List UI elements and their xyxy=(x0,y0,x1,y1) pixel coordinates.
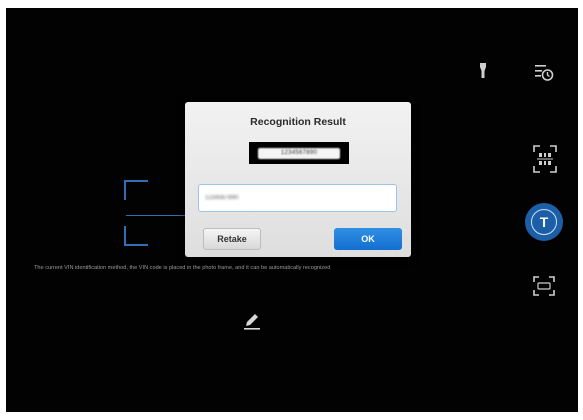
instruction-text: The current VIN identification method, t… xyxy=(34,265,331,271)
edit-pencil-icon[interactable] xyxy=(242,311,262,331)
vin-input-field[interactable]: 1234567890 xyxy=(198,184,397,212)
vin-snapshot-text: 1234567890 xyxy=(258,147,340,159)
camera-screen: T The current VIN identification method,… xyxy=(6,8,578,412)
scan-frame-corner-top-left xyxy=(124,180,148,200)
vin-snapshot-image: 1234567890 xyxy=(249,142,349,164)
ok-button[interactable]: OK xyxy=(334,228,402,250)
history-icon[interactable] xyxy=(534,63,554,83)
scan-frame-line xyxy=(126,215,188,216)
scan-plate-icon[interactable] xyxy=(533,276,555,296)
dialog-title: Recognition Result xyxy=(250,116,346,128)
recognition-result-dialog: Recognition Result 1234567890 1234567890… xyxy=(185,102,411,257)
text-recognition-icon: T xyxy=(531,209,557,235)
scan-code-icon[interactable] xyxy=(533,145,557,173)
flashlight-icon[interactable] xyxy=(478,63,488,79)
vin-input-value: 1234567890 xyxy=(205,195,239,201)
scan-frame-corner-bottom-left xyxy=(124,226,148,246)
retake-button[interactable]: Retake xyxy=(203,228,261,250)
text-recognition-button[interactable]: T xyxy=(525,203,563,241)
